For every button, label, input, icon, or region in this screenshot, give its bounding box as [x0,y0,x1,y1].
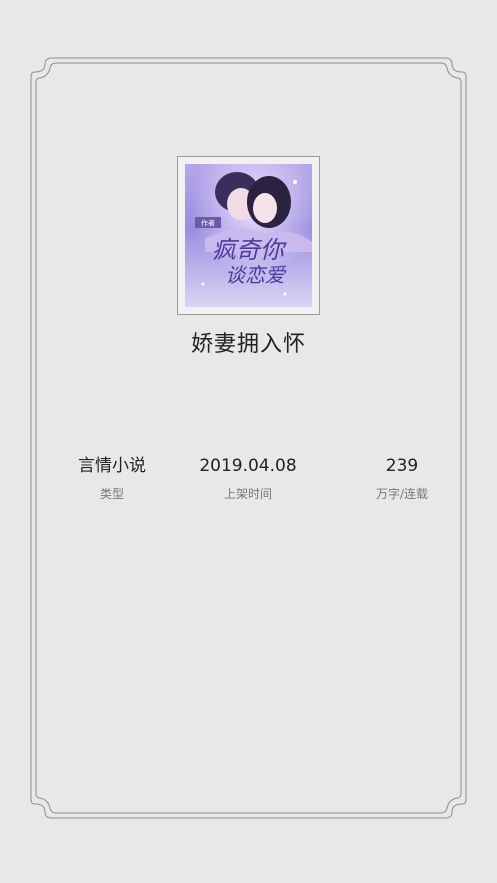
svg-text:疯奇你: 疯奇你 [212,236,287,264]
stat-genre-value: 言情小说 [78,456,146,476]
stat-release-date-label: 上架时间 [223,487,272,501]
stat-word-count-value: 239 [385,456,419,476]
stat-genre: 言情小说 类型 [42,455,182,502]
stat-release-date-value: 2019.04.08 [199,456,297,476]
svg-text:谈恋爱: 谈恋爱 [225,263,287,287]
decorative-border-frame [30,57,467,819]
stat-genre-label: 类型 [99,487,124,501]
stat-word-count: 239 万字/连载 [332,455,472,502]
stat-release-date: 2019.04.08 上架时间 [178,455,318,502]
stat-word-count-label: 万字/连载 [375,487,429,501]
book-cover-image: 作者 疯奇你 谈恋爱 [185,164,312,307]
book-cover[interactable]: 作者 疯奇你 谈恋爱 [177,156,320,315]
svg-text:作者: 作者 [201,219,215,228]
book-title: 娇妻拥入怀 [190,332,306,357]
